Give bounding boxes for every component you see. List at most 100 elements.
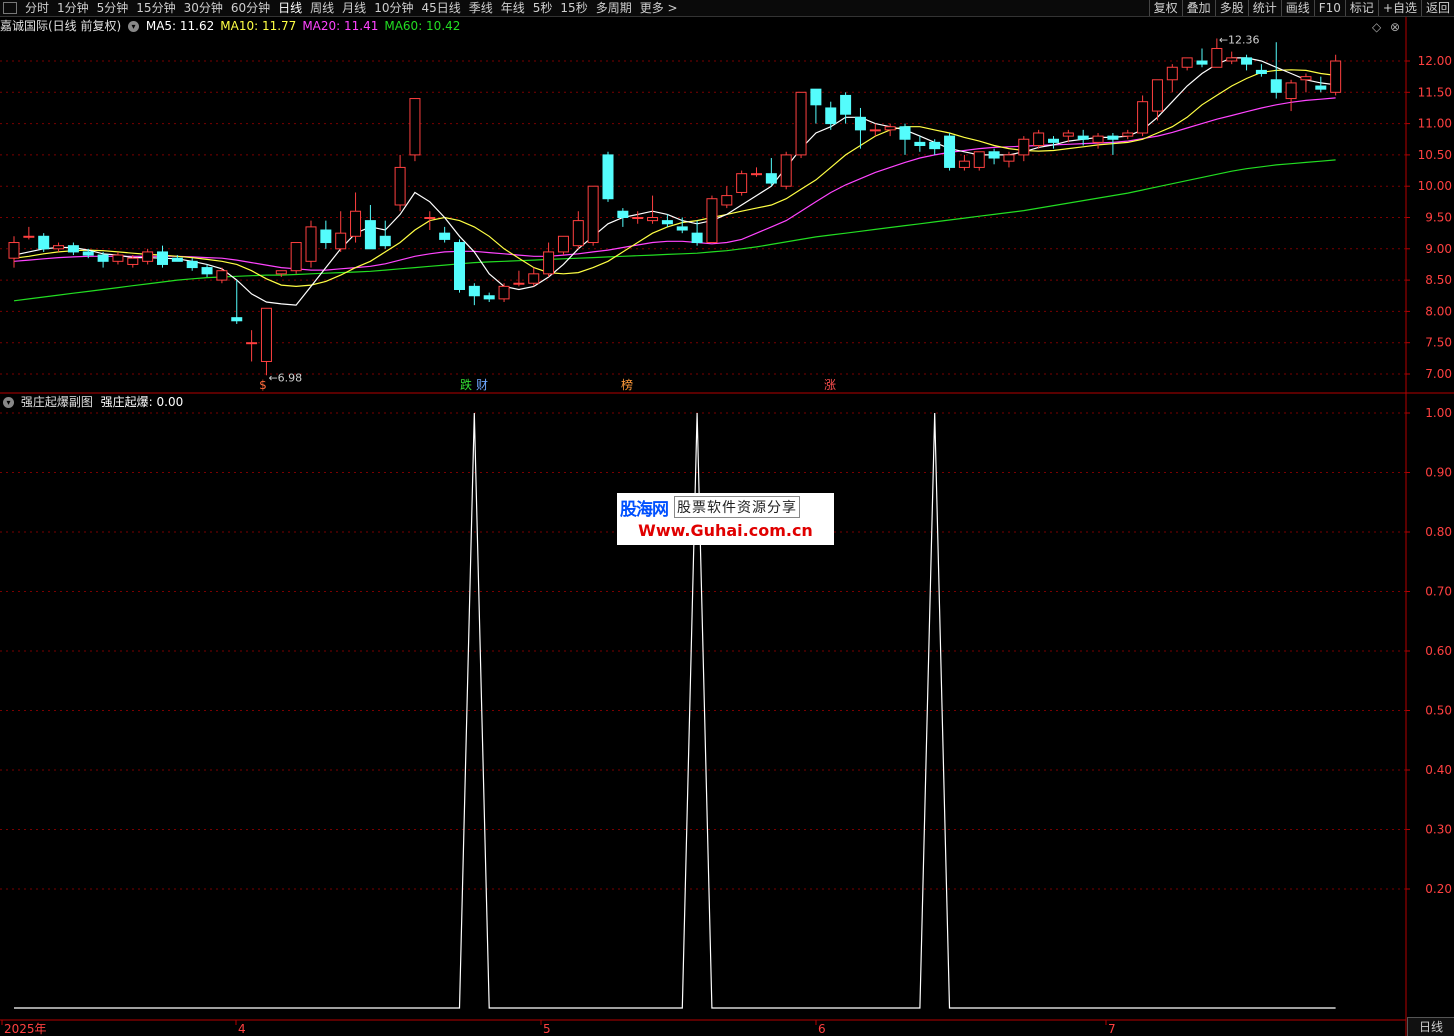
candle-body-up xyxy=(869,129,881,132)
x-axis-label: 5 xyxy=(543,1022,551,1036)
candle-body-down xyxy=(379,235,391,247)
candle-body-down xyxy=(765,173,777,184)
candle-body-up xyxy=(513,282,525,285)
candle-body-up xyxy=(587,185,599,244)
candle-body-down xyxy=(171,257,183,262)
sub-tick-label: 0.90 xyxy=(1425,466,1452,480)
candle-body-up xyxy=(1018,138,1030,156)
x-axis-label: 4 xyxy=(238,1022,246,1036)
candle-body-up xyxy=(632,217,644,219)
event-marker: 榜 xyxy=(621,377,633,392)
price-tick-label: 11.00 xyxy=(1418,117,1452,131)
sub-chart-title: 强庄起爆副图 xyxy=(20,395,93,409)
sub-tick-label: 0.60 xyxy=(1425,644,1452,658)
high-price-label: ←12.36 xyxy=(1219,33,1260,46)
candle-body-up xyxy=(528,273,540,284)
candle-body-up xyxy=(647,217,659,222)
candle-body-up xyxy=(142,251,154,262)
watermark-url: Www.Guhai.com.cn xyxy=(638,521,813,540)
candle-body-up xyxy=(394,166,406,206)
candle-body-up xyxy=(275,270,287,275)
candle-body-down xyxy=(929,141,941,150)
candle-body-up xyxy=(53,245,65,250)
candle-body-down xyxy=(439,232,451,240)
candle-body-down xyxy=(483,295,495,300)
candle-body-down xyxy=(186,260,198,269)
candle-body-up xyxy=(543,251,555,275)
candle-body-up xyxy=(1062,132,1074,137)
candle-body-down xyxy=(1077,135,1089,140)
candle-body-up xyxy=(305,226,317,262)
candle-body-down xyxy=(67,245,79,253)
low-price-label: ←6.98 xyxy=(268,371,302,384)
candle-body-up xyxy=(23,235,35,238)
candle-body-up xyxy=(127,257,139,265)
candle-body-down xyxy=(1196,60,1208,65)
price-tick-label: 10.50 xyxy=(1418,148,1452,162)
candle-body-down xyxy=(810,88,822,106)
candle-body-down xyxy=(38,235,50,250)
candle-body-up xyxy=(884,126,896,131)
candle-body-down xyxy=(364,220,376,250)
candle-body-down xyxy=(825,107,837,125)
candle-body-up xyxy=(498,285,510,300)
candle-body-up xyxy=(1300,76,1312,81)
candle-body-down xyxy=(914,141,926,147)
candle-body-down xyxy=(899,126,911,140)
event-marker: $ xyxy=(259,378,267,392)
candle-body-up xyxy=(1211,47,1223,68)
candle-body-up xyxy=(973,151,985,168)
candle-body-down xyxy=(691,232,703,244)
candle-body-down xyxy=(944,135,956,168)
candle-body-up xyxy=(260,307,272,362)
sub-indicator-menu-icon[interactable]: ▾ xyxy=(3,397,14,408)
event-marker: 跌 xyxy=(460,377,472,392)
price-tick-label: 12.00 xyxy=(1418,54,1452,68)
candle-body-up xyxy=(1003,154,1015,162)
candle-body-up xyxy=(350,210,362,237)
event-marker: 涨 xyxy=(824,377,836,392)
sub-chart-info: ▾ 强庄起爆副图 强庄起爆: 0.00 xyxy=(0,393,183,411)
candle-body-down xyxy=(1241,57,1253,65)
candle-body-down xyxy=(1255,69,1267,75)
price-tick-label: 8.50 xyxy=(1425,273,1452,287)
candle-body-up xyxy=(780,154,792,187)
x-axis-label: 6 xyxy=(818,1022,826,1036)
candle-body-up xyxy=(572,220,584,247)
candle-body-down xyxy=(1315,85,1327,90)
price-tick-label: 11.50 xyxy=(1418,85,1452,99)
candle-body-up xyxy=(1226,57,1238,62)
candle-body-up xyxy=(706,198,718,244)
candle-body-up xyxy=(736,173,748,193)
candle-body-up xyxy=(1122,132,1134,137)
candle-body-down xyxy=(676,226,688,231)
watermark-slogan: 股票软件资源分享 xyxy=(674,496,800,518)
candle-body-down xyxy=(840,94,852,115)
period-bottom-tab[interactable]: 日线 xyxy=(1407,1017,1454,1036)
sub-chart-value: 强庄起爆: 0.00 xyxy=(100,395,184,409)
x-axis-label: 2025年 xyxy=(4,1022,47,1036)
candle-body-down xyxy=(1048,138,1059,143)
candle-body-up xyxy=(246,342,258,345)
candle-body-up xyxy=(1285,82,1297,100)
candle-body-up xyxy=(290,242,302,272)
candle-body-down xyxy=(468,285,480,297)
watermark-brand: 股海网 xyxy=(620,499,669,520)
candle-body-down xyxy=(1270,79,1282,93)
candle-body-down xyxy=(602,154,614,200)
candle-body-up xyxy=(409,98,421,156)
candle-body-down xyxy=(201,267,213,275)
event-marker: 财 xyxy=(476,378,488,392)
candle-body-up xyxy=(1092,135,1104,143)
candle-body-up xyxy=(1181,57,1193,68)
candle-body-up xyxy=(1330,60,1342,93)
candle-body-up xyxy=(8,242,20,259)
sub-tick-label: 1.00 xyxy=(1425,406,1452,420)
candle-body-up xyxy=(424,217,436,219)
candle-body-down xyxy=(454,242,465,290)
ma60-line xyxy=(13,159,1336,302)
sub-tick-label: 0.70 xyxy=(1425,585,1452,599)
candle-body-up xyxy=(1166,66,1178,81)
sub-tick-label: 0.50 xyxy=(1425,704,1452,718)
candle-body-up xyxy=(1033,132,1045,147)
